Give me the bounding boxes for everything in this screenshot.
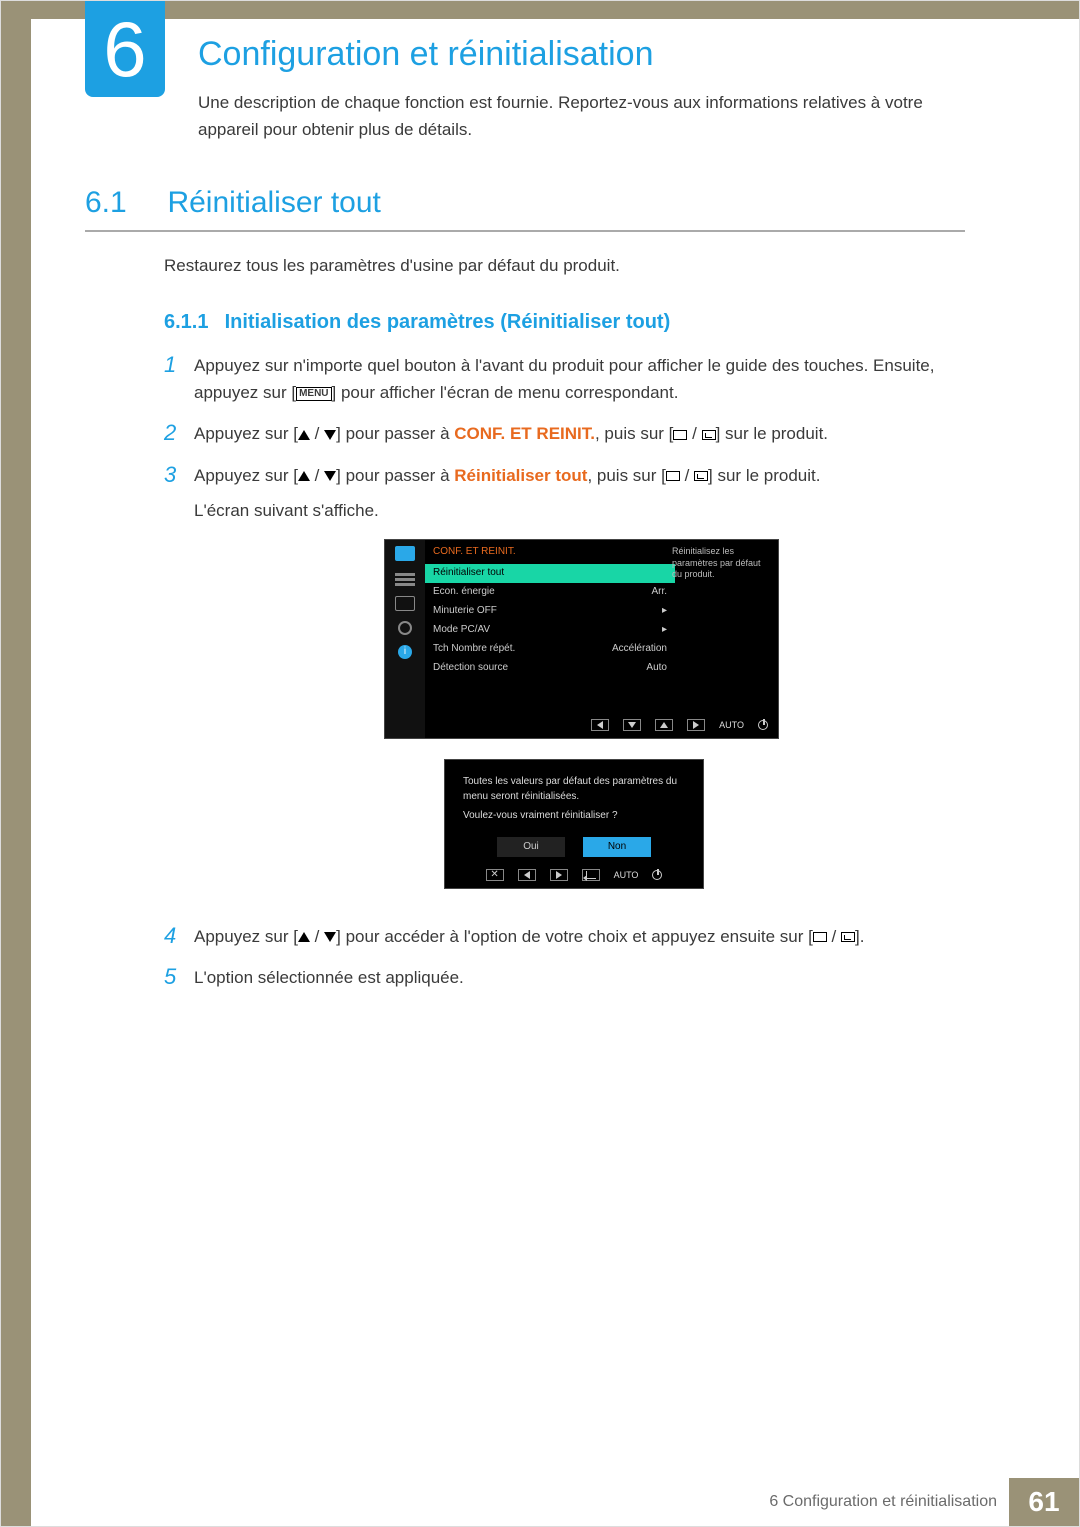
power-icon [652,870,662,880]
no-button: Non [583,837,651,857]
osd-sidebar: i [385,540,425,738]
info-icon: i [398,645,412,659]
section-body: Restaurez tous les paramètres d'usine pa… [164,256,964,1005]
step-text: Appuyez sur [ / ] pour passer à Réinitia… [194,462,964,909]
step-number: 2 [164,420,194,447]
section-heading: 6.1 Réinitialiser tout [85,186,965,232]
left-button-icon [518,869,536,881]
up-arrow-icon [298,430,310,440]
osd-help-text: Réinitialisez les paramètres par défaut … [672,546,772,581]
menu-target: CONF. ET REINIT. [454,424,595,443]
source-icon [673,430,687,440]
osd-main: CONF. ET REINIT. Réinitialiser tout Econ… [425,540,675,678]
down-arrow-icon [324,430,336,440]
osd-row: Econ. énergieArr. [425,583,675,602]
osd-row: Minuterie OFF▸ [425,602,675,621]
osd-header: CONF. ET REINIT. [425,540,675,564]
step-number: 3 [164,462,194,909]
section-intro: Restaurez tous les paramètres d'usine pa… [164,256,964,276]
subsection-number: 6.1.1 [164,311,219,334]
step-3: 3 Appuyez sur [ / ] pour passer à Réinit… [164,462,964,909]
right-button-icon [550,869,568,881]
osd-menu-screenshot: i CONF. ET REINIT. Réinitialiser tout Ec… [384,539,779,739]
enter-icon [694,471,708,481]
close-button-icon: ✕ [486,869,504,881]
osd-row: Tch Nombre répét.Accélération [425,640,675,659]
enter-icon [841,932,855,942]
step-number: 4 [164,923,194,950]
footer-page-number: 61 [1009,1478,1079,1526]
osd-row: Détection sourceAuto [425,659,675,678]
up-arrow-icon [298,932,310,942]
menu-target: Réinitialiser tout [454,466,587,485]
chapter-number-badge: 6 [85,1,165,97]
up-button-icon [655,719,673,731]
step-number: 5 [164,964,194,991]
source-icon [813,932,827,942]
down-button-icon [623,719,641,731]
subsection-heading: 6.1.1 Initialisation des paramètres (Réi… [164,311,964,334]
down-arrow-icon [324,471,336,481]
step-1: 1 Appuyez sur n'importe quel bouton à l'… [164,352,964,406]
dialog-line1: Toutes les valeurs par défaut des paramè… [463,774,685,804]
section-number: 6.1 [85,186,163,220]
enter-icon [702,430,716,440]
step-text: L'option sélectionnée est appliquée. [194,964,964,991]
subsection-title: Initialisation des paramètres (Réinitial… [225,311,671,333]
osd-button-row: AUTO [591,718,768,732]
osd-row-selected: Réinitialiser tout [425,564,675,583]
chapter-description: Une description de chaque fonction est f… [198,89,958,143]
enter-button-icon [582,869,600,881]
section-rule [85,230,965,232]
dialog-line2: Voulez-vous vraiment réinitialiser ? [463,808,685,823]
auto-label: AUTO [614,868,639,882]
down-arrow-icon [324,932,336,942]
list-icon [395,571,415,586]
section-title: Réinitialiser tout [167,186,380,220]
up-arrow-icon [298,471,310,481]
gear-icon [398,621,412,635]
osd-confirm-dialog: Toutes les valeurs par défaut des paramè… [444,759,704,889]
step-5: 5 L'option sélectionnée est appliquée. [164,964,964,991]
steps-list: 1 Appuyez sur n'importe quel bouton à l'… [164,352,964,991]
dialog-button-row: ✕ AUTO [445,868,703,882]
osd-row: Mode PC/AV▸ [425,621,675,640]
dialog-buttons: Oui Non [463,837,685,857]
picture-icon [395,546,415,561]
source-icon [666,471,680,481]
footer-chapter-ref: 6 Configuration et réinitialisation [769,1493,997,1511]
power-icon [758,720,768,730]
step-text: Appuyez sur [ / ] pour passer à CONF. ET… [194,420,964,447]
size-icon [395,596,415,611]
auto-label: AUTO [719,718,744,732]
yes-button: Oui [497,837,565,857]
step-number: 1 [164,352,194,406]
side-accent-bar [1,1,31,1526]
step-text: Appuyez sur n'importe quel bouton à l'av… [194,352,964,406]
step-text: Appuyez sur [ / ] pour accéder à l'optio… [194,923,964,950]
step-4: 4 Appuyez sur [ / ] pour accéder à l'opt… [164,923,964,950]
page-footer: 6 Configuration et réinitialisation 61 [1,1478,1079,1526]
left-button-icon [591,719,609,731]
chapter-title: Configuration et réinitialisation [198,35,653,74]
menu-button-icon: MENU [296,387,331,401]
step-2: 2 Appuyez sur [ / ] pour passer à CONF. … [164,420,964,447]
right-button-icon [687,719,705,731]
